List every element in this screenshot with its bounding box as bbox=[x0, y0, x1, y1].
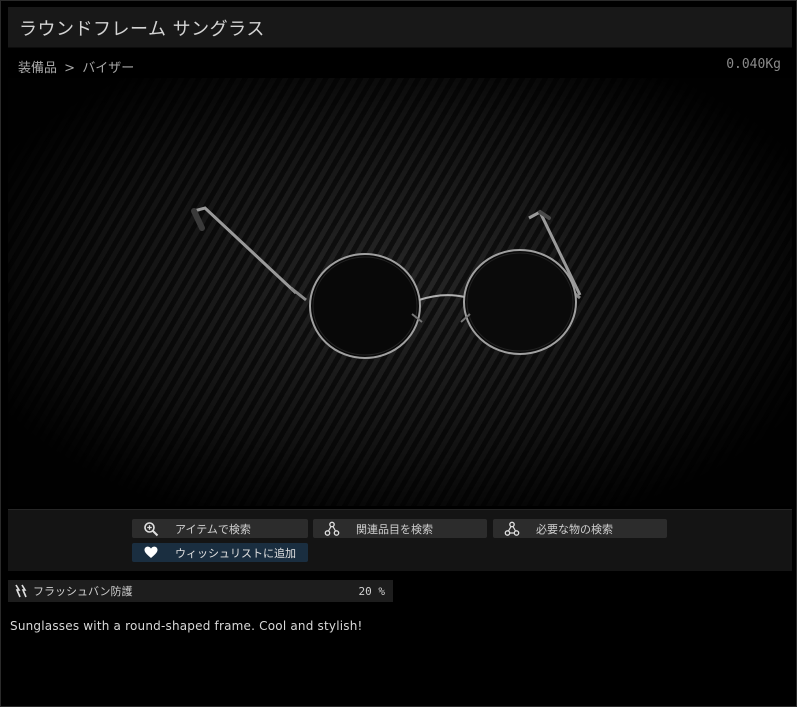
search-required-label: 必要な物の検索 bbox=[536, 522, 613, 536]
add-to-wishlist-button[interactable]: ウィッシュリストに追加 bbox=[132, 543, 308, 562]
nodes-icon bbox=[324, 521, 340, 537]
nodes-icon bbox=[504, 521, 520, 537]
search-item-button[interactable]: アイテムで検索 bbox=[132, 519, 308, 538]
item-inspect-window: ラウンドフレーム サングラス 装備品 > バイザー 0.040Kg アイテムで検… bbox=[0, 0, 797, 707]
search-required-button[interactable]: 必要な物の検索 bbox=[493, 519, 667, 538]
sunglasses-image bbox=[191, 206, 582, 359]
item-description: Sunglasses with a round-shaped frame. Co… bbox=[10, 619, 363, 633]
item-weight: 0.040Kg bbox=[726, 57, 781, 72]
search-related-label: 関連品目を検索 bbox=[356, 522, 433, 536]
window-title: ラウンドフレーム サングラス bbox=[19, 19, 265, 40]
stat-row-flashbang: フラッシュバン防護 20 % bbox=[8, 580, 393, 602]
flashbang-icon bbox=[14, 584, 28, 598]
breadcrumb: 装備品 > バイザー bbox=[18, 57, 134, 76]
breadcrumb-subcategory[interactable]: バイザー bbox=[82, 61, 134, 76]
magnifier-plus-icon bbox=[143, 521, 159, 537]
stat-value: 20 % bbox=[358, 584, 386, 598]
search-related-button[interactable]: 関連品目を検索 bbox=[313, 519, 487, 538]
heart-icon bbox=[143, 545, 159, 561]
breadcrumb-category[interactable]: 装備品 bbox=[18, 61, 57, 76]
stat-label: フラッシュバン防護 bbox=[33, 585, 133, 598]
action-bar: アイテムで検索 関連品目を検索 必要な物の検索 ウィッシュリストに追加 bbox=[8, 509, 792, 571]
breadcrumb-separator: > bbox=[64, 61, 76, 76]
title-bar[interactable]: ラウンドフレーム サングラス bbox=[8, 7, 792, 48]
search-item-label: アイテムで検索 bbox=[175, 522, 251, 536]
wishlist-label: ウィッシュリストに追加 bbox=[175, 546, 296, 560]
item-preview[interactable] bbox=[8, 78, 792, 506]
